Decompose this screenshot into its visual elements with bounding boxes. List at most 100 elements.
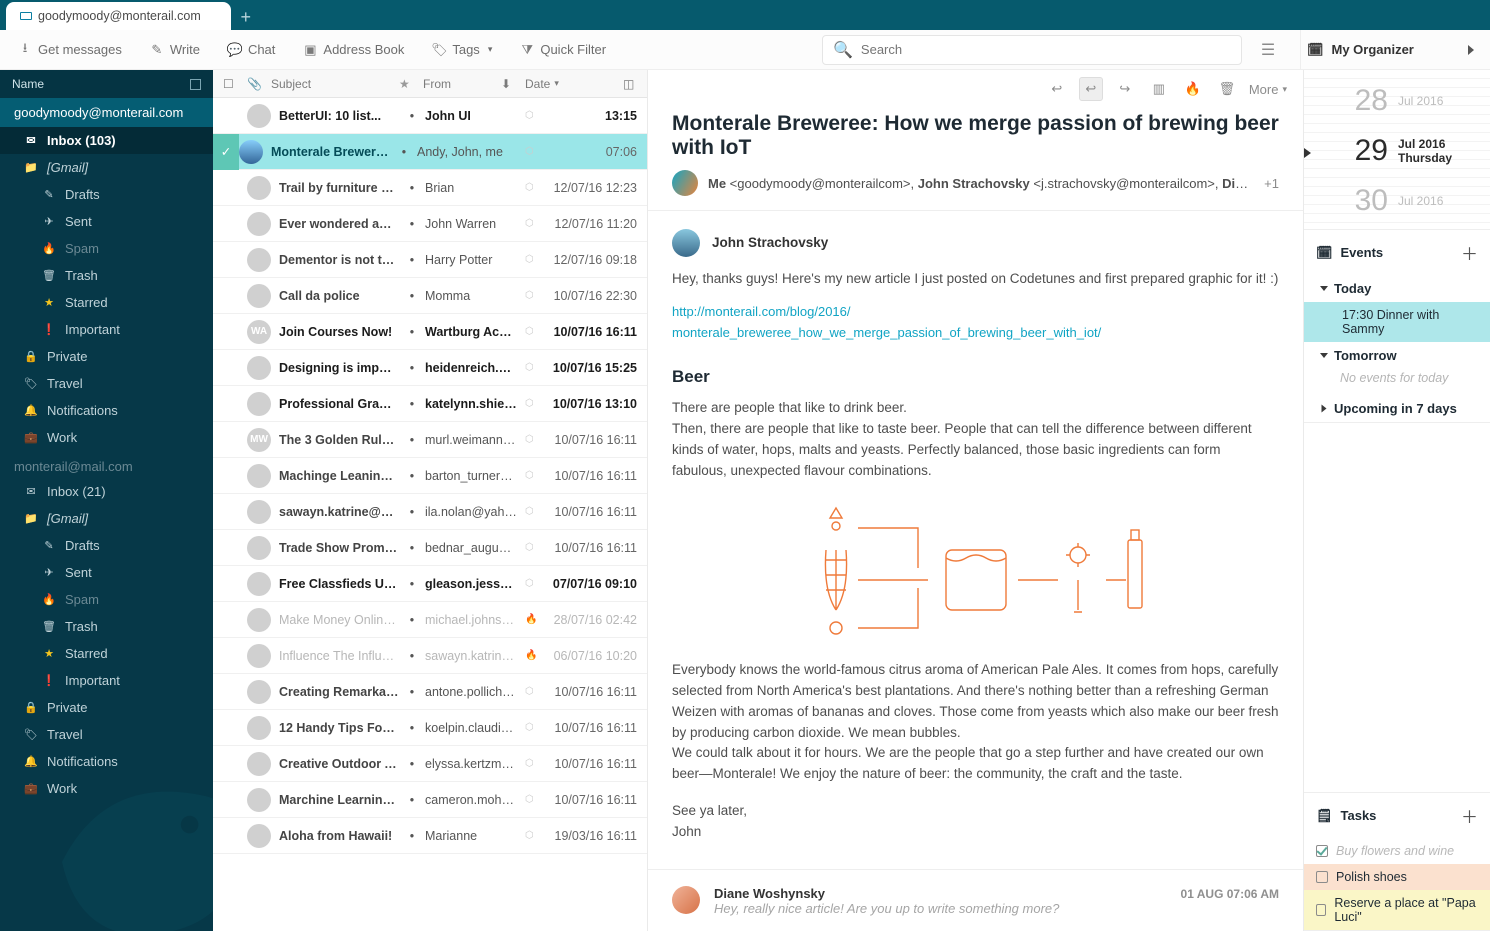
task-item[interactable]: Reserve a place at "Papa Luci" (1304, 890, 1490, 930)
mini-calendar[interactable]: 28Jul 201629Jul 2016Thursday30Jul 2016 (1304, 70, 1490, 230)
message-row[interactable]: Creative Outdoor Ads•elyssa.kertzmann@ya… (213, 746, 647, 782)
recipients-more[interactable]: +1 (1264, 176, 1279, 191)
message-row[interactable]: WAJoin Courses Now!•Wartburg Academy⬡10/… (213, 314, 647, 350)
sidebar-item-spam[interactable]: 🔥Spam (0, 586, 213, 613)
sidebar-item-sent[interactable]: ✈Sent (0, 208, 213, 235)
message-row[interactable]: Call da police•Momma⬡10/07/16 22:30 (213, 278, 647, 314)
thread-reply[interactable]: Diane Woshynsky 01 AUG 07:06 AM Hey, rea… (648, 869, 1303, 931)
sidebar-item--gmail-[interactable]: 📁[Gmail] (0, 505, 213, 532)
more-actions[interactable]: More▾ (1249, 82, 1287, 97)
col-from[interactable]: From (423, 77, 493, 91)
address-book-button[interactable]: ▣Address Book (295, 36, 412, 63)
sidebar-item-trash[interactable]: 🗑Trash (0, 613, 213, 640)
sidebar-item-trash[interactable]: 🗑Trash (0, 262, 213, 289)
quick-filter-button[interactable]: ⧩Quick Filter (512, 36, 614, 63)
events-today-toggle[interactable]: Today (1304, 275, 1490, 302)
tasks-section-header[interactable]: 🗒 Tasks ＋ (1304, 793, 1490, 838)
message-row[interactable]: Aloha from Hawaii!•Marianne⬡19/03/16 16:… (213, 818, 647, 854)
message-row[interactable]: Make Money Online Thr...•michael.johnson… (213, 602, 647, 638)
sidebar-item-starred[interactable]: ★Starred (0, 640, 213, 667)
forward-button[interactable]: ↪ (1113, 77, 1137, 101)
add-event-button[interactable]: ＋ (1461, 240, 1478, 265)
add-task-button[interactable]: ＋ (1461, 803, 1478, 828)
sidebar-account[interactable]: goodymoody@monterail.com (0, 98, 213, 127)
message-row[interactable]: Marchine Learning is ...•cameron.mohr@ar… (213, 782, 647, 818)
calendar-day[interactable]: 28Jul 2016 (1340, 76, 1490, 126)
new-tab-button[interactable]: + (231, 5, 261, 30)
write-button[interactable]: ✎Write (142, 36, 208, 63)
sidebar-item-travel[interactable]: 🏷Travel (0, 370, 213, 397)
sidebar-item-private[interactable]: 🔒Private (0, 694, 213, 721)
message-row[interactable]: BetterUI: 10 list...•John UI⬡13:15 (213, 98, 647, 134)
row-from: Brian (425, 181, 517, 195)
message-row[interactable]: Influence The Influence...•sawayn.katrin… (213, 638, 647, 674)
events-upcoming-toggle[interactable]: Upcoming in 7 days (1304, 395, 1490, 422)
sidebar-view-toggle-icon[interactable] (190, 79, 201, 90)
col-subject[interactable]: Subject (271, 77, 391, 91)
message-row[interactable]: Trail by furniture as...•Brian⬡12/07/16 … (213, 170, 647, 206)
app-menu-button[interactable]: ☰ (1254, 36, 1282, 64)
row-date: 12/07/16 11:20 (547, 217, 637, 231)
row-checkbox[interactable]: ✓ (213, 134, 239, 170)
sidebar-item-inbox-[interactable]: ✉Inbox (21) (0, 478, 213, 505)
tags-dropdown[interactable]: 🏷Tags▾ (424, 36, 500, 63)
message-paragraph: Hey, thanks guys! Here's my new article … (672, 269, 1279, 290)
sidebar-item-notifications[interactable]: 🔔Notifications (0, 397, 213, 424)
sidebar-item-important[interactable]: ❗Important (0, 667, 213, 694)
reply-button[interactable]: ↩ (1045, 77, 1069, 101)
reply-all-button[interactable]: ↩ (1079, 77, 1103, 101)
sidebar-item-private[interactable]: 🔒Private (0, 343, 213, 370)
message-row[interactable]: Creating Remarkable Po...•antone.pollich… (213, 674, 647, 710)
message-row[interactable]: Trade Show Promotions•bednar_august@hend… (213, 530, 647, 566)
tag-icon: 🏷 (24, 377, 38, 390)
junk-button[interactable]: 🔥 (1181, 77, 1205, 101)
message-row[interactable]: Dementor is not that bad•Harry Potter⬡12… (213, 242, 647, 278)
event-item[interactable]: 17:30 Dinner with Sammy (1304, 302, 1490, 342)
message-link[interactable]: monterale_breweree_how_we_merge_passion_… (672, 325, 1101, 340)
message-row[interactable]: Designing is important•heidenreich.din@y… (213, 350, 647, 386)
get-messages-button[interactable]: ⭳Get messages (10, 36, 130, 63)
col-attachment-icon[interactable]: 📎 (247, 77, 263, 91)
search-input[interactable] (861, 42, 1231, 57)
sidebar-item-drafts[interactable]: ✎Drafts (0, 532, 213, 559)
sidebar-item-important[interactable]: ❗Important (0, 316, 213, 343)
message-row[interactable]: Professional Graphic De...•katelynn.shie… (213, 386, 647, 422)
task-checkbox[interactable] (1316, 871, 1328, 883)
message-row[interactable]: MWThe 3 Golden Rules Proff...•murl.weima… (213, 422, 647, 458)
row-from: Andy, John, me (417, 145, 517, 159)
sidebar-item-sent[interactable]: ✈Sent (0, 559, 213, 586)
calendar-day[interactable]: 30Jul 2016 (1340, 176, 1490, 226)
window-tab-active[interactable]: goodymoody@monterail.com (6, 2, 231, 30)
task-checkbox[interactable] (1316, 904, 1326, 916)
message-link[interactable]: http://monterail.com/blog/2016/ (672, 304, 851, 319)
delete-button[interactable]: 🗑 (1215, 77, 1239, 101)
task-checkbox[interactable] (1316, 845, 1328, 857)
message-row[interactable]: ✓Monterale Breweree: H...•Andy, John, me… (213, 134, 647, 170)
sidebar-item-work[interactable]: 💼Work (0, 424, 213, 451)
sidebar-item-inbox-[interactable]: ✉Inbox (103) (0, 127, 213, 154)
col-star-icon[interactable]: ★ (399, 77, 415, 91)
sidebar-account[interactable]: monterail@mail.com (0, 451, 213, 478)
col-junk-icon[interactable]: ⬇ (501, 77, 517, 91)
sidebar-item-drafts[interactable]: ✎Drafts (0, 181, 213, 208)
chat-button[interactable]: 💬Chat (220, 36, 283, 63)
sidebar-item--gmail-[interactable]: 📁[Gmail] (0, 154, 213, 181)
search-box[interactable]: 🔍 (822, 35, 1242, 65)
task-item[interactable]: Buy flowers and wine (1304, 838, 1490, 864)
events-tomorrow-toggle[interactable]: Tomorrow (1304, 342, 1490, 369)
message-row[interactable]: 12 Handy Tips For Gener...•koelpin.claud… (213, 710, 647, 746)
col-checkbox[interactable]: ☐ (223, 77, 239, 91)
collapse-organizer-icon[interactable] (1468, 45, 1474, 55)
col-read-icon[interactable]: ◫ (623, 77, 637, 91)
archive-button[interactable]: ▥ (1147, 77, 1171, 101)
sidebar-item-spam[interactable]: 🔥Spam (0, 235, 213, 262)
events-section-header[interactable]: 🗓 Events ＋ (1304, 230, 1490, 275)
col-date[interactable]: Date▾ (525, 77, 615, 91)
sidebar-item-starred[interactable]: ★Starred (0, 289, 213, 316)
message-row[interactable]: sawayn.katrine@manley...•ila.nolan@yahoo… (213, 494, 647, 530)
task-item[interactable]: Polish shoes (1304, 864, 1490, 890)
message-row[interactable]: Free Classfieds Using Th...•gleason.jess… (213, 566, 647, 602)
message-row[interactable]: Ever wondered abou...•John Warren⬡12/07/… (213, 206, 647, 242)
calendar-day[interactable]: 29Jul 2016Thursday (1340, 126, 1490, 176)
message-row[interactable]: Machinge Leaning is ...•barton_turner@ef… (213, 458, 647, 494)
